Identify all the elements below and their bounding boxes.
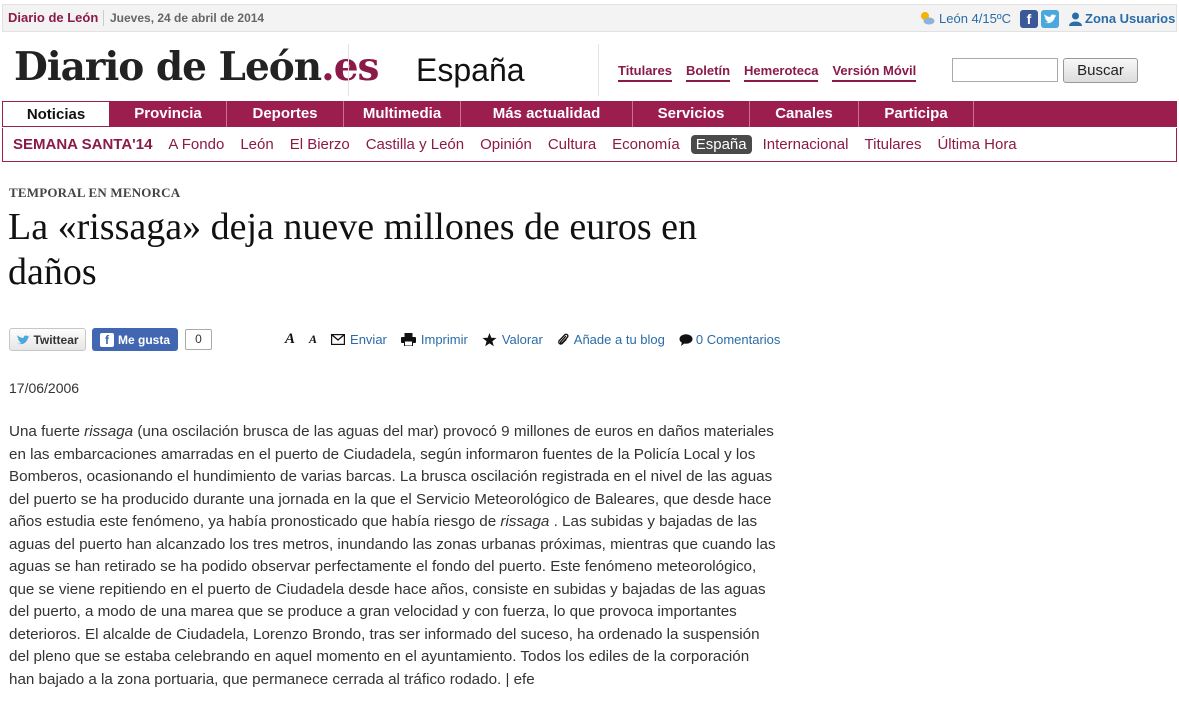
article-date: 17/06/2006 xyxy=(9,380,80,396)
envelope-icon xyxy=(331,334,346,345)
search-input[interactable] xyxy=(952,58,1058,82)
nav-deportes[interactable]: Deportes xyxy=(227,101,344,127)
star-icon xyxy=(482,332,497,346)
link-boletin[interactable]: Boletín xyxy=(685,63,731,82)
subnav-opinion[interactable]: Opinión xyxy=(480,136,532,153)
link-titulares[interactable]: Titulares xyxy=(618,63,672,82)
weather-text: León 4/15ºC xyxy=(939,10,1011,26)
user-zone-label: Zona Usuarios xyxy=(1085,11,1176,26)
divider xyxy=(103,10,104,26)
rate-link[interactable]: Valorar xyxy=(482,332,543,347)
subnav-cultura[interactable]: Cultura xyxy=(548,136,596,153)
add-to-blog-label: Añade a tu blog xyxy=(573,332,665,347)
body-emphasis-2: rissaga xyxy=(500,513,550,530)
facebook-icon[interactable]: f xyxy=(1020,10,1038,28)
site-logo[interactable]: Diario de León.es xyxy=(14,48,379,87)
subnav-el-bierzo[interactable]: El Bierzo xyxy=(290,136,350,153)
twitter-bird-icon xyxy=(17,334,30,344)
nav-servicios[interactable]: Servicios xyxy=(633,101,750,127)
subnav-leon[interactable]: León xyxy=(240,136,273,153)
subnav-ultima-hora[interactable]: Última Hora xyxy=(937,136,1016,153)
like-count: 0 xyxy=(185,329,212,350)
nav-participa[interactable]: Participa xyxy=(859,101,974,127)
nav-canales[interactable]: Canales xyxy=(750,101,859,127)
facebook-logo-icon: f xyxy=(99,332,114,347)
twitter-icon[interactable] xyxy=(1041,10,1059,28)
sub-nav: SEMANA SANTA'14 A Fondo León El Bierzo C… xyxy=(2,128,1177,162)
section-title: España xyxy=(416,52,525,88)
article-tools: A A Enviar Imprimir Valorar Añade a tu b… xyxy=(285,331,790,348)
nav-provincia[interactable]: Provincia xyxy=(110,101,227,127)
nav-mas-actualidad[interactable]: Más actualidad xyxy=(461,101,633,127)
link-version-movil[interactable]: Versión Móvil xyxy=(832,63,917,82)
comments-label: 0 Comentarios xyxy=(695,332,781,347)
facebook-like-button[interactable]: f Me gusta xyxy=(92,328,178,351)
font-increase-icon: A xyxy=(285,331,296,347)
paperclip-icon xyxy=(557,333,569,345)
nav-noticias[interactable]: Noticias xyxy=(2,101,110,127)
tweet-button[interactable]: Twittear xyxy=(9,328,86,351)
article-kicker: TEMPORAL EN MENORCA xyxy=(9,185,181,200)
weather-widget[interactable]: León 4/15ºC xyxy=(919,10,1011,26)
article-body: Una fuerte rissaga (una oscilación brusc… xyxy=(9,421,777,691)
comments-link[interactable]: 0 Comentarios xyxy=(679,332,781,347)
user-zone-link[interactable]: Zona Usuarios xyxy=(1069,11,1175,26)
subnav-economia[interactable]: Economía xyxy=(612,136,680,153)
header-links: Titulares Boletín Hemeroteca Versión Móv… xyxy=(618,63,917,82)
font-increase-button[interactable]: A xyxy=(285,331,295,348)
article-toolbar: Twittear f Me gusta 0 A A Enviar Imprimi… xyxy=(9,328,809,352)
current-date: Jueves, 24 de abril de 2014 xyxy=(110,11,265,25)
search-button[interactable]: Buscar xyxy=(1063,58,1138,83)
send-label: Enviar xyxy=(350,332,387,347)
rate-label: Valorar xyxy=(501,332,543,347)
subnav-espana[interactable]: España xyxy=(690,135,752,154)
partly-cloudy-icon xyxy=(921,12,935,25)
tweet-label: Twittear xyxy=(33,332,79,347)
logo-main: Diario de León xyxy=(14,44,322,90)
divider xyxy=(598,44,599,96)
subnav-titulares[interactable]: Titulares xyxy=(865,136,922,153)
font-decrease-icon: A xyxy=(309,332,318,346)
article-headline: La «rissaga» deja nueve millones de euro… xyxy=(8,206,698,293)
add-to-blog-link[interactable]: Añade a tu blog xyxy=(557,332,665,347)
body-emphasis-1: rissaga xyxy=(84,423,134,440)
speech-bubble-icon xyxy=(679,333,693,346)
top-bar: Diario de León Jueves, 24 de abril de 20… xyxy=(2,4,1177,32)
user-icon xyxy=(1069,12,1082,26)
body-text-1: Una fuerte xyxy=(9,423,85,440)
print-link[interactable]: Imprimir xyxy=(400,332,468,347)
print-label: Imprimir xyxy=(420,332,468,347)
top-brand-link[interactable]: Diario de León xyxy=(8,10,98,25)
divider xyxy=(348,44,349,96)
subnav-a-fondo[interactable]: A Fondo xyxy=(168,136,224,153)
logo-suffix: .es xyxy=(321,44,379,90)
send-link[interactable]: Enviar xyxy=(331,332,387,347)
font-decrease-button[interactable]: A xyxy=(309,332,317,347)
main-nav: Noticias Provincia Deportes Multimedia M… xyxy=(2,101,1177,127)
subnav-castilla-y-leon[interactable]: Castilla y León xyxy=(366,136,464,153)
subnav-internacional[interactable]: Internacional xyxy=(763,136,849,153)
link-hemeroteca[interactable]: Hemeroteca xyxy=(744,63,819,82)
subnav-semana-santa[interactable]: SEMANA SANTA'14 xyxy=(13,136,152,153)
body-text-3: . Las subidas y bajadas de las aguas del… xyxy=(9,513,776,688)
like-label: Me gusta xyxy=(117,332,170,347)
nav-multimedia[interactable]: Multimedia xyxy=(344,101,461,127)
printer-icon xyxy=(400,333,416,346)
